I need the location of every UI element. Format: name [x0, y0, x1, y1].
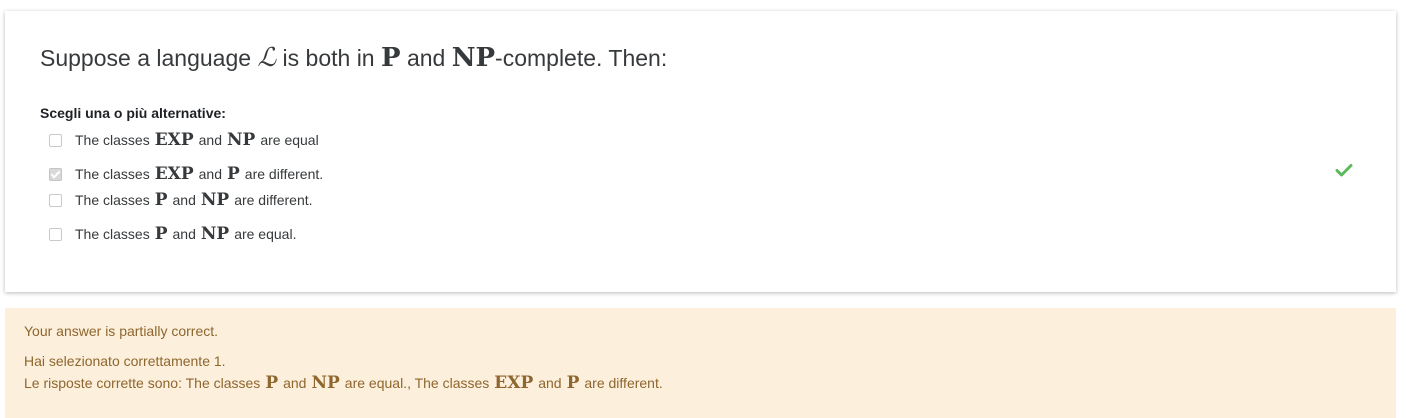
option-4-checkbox[interactable]	[49, 227, 62, 241]
quiz-page: Suppose a language ℒ is both in P and NP…	[0, 0, 1406, 418]
option-4-class-b: NP	[200, 224, 230, 244]
feedback-class-a1: P	[265, 373, 279, 393]
option-2-checkbox[interactable]	[49, 167, 62, 181]
feedback-class-b2: P	[566, 373, 580, 393]
feedback-mid: are equal., The classes	[344, 375, 490, 391]
class-p: P	[381, 43, 401, 73]
feedback-and1: and	[283, 375, 307, 391]
option-2[interactable]: The classes EXP and P are different.	[49, 163, 323, 185]
option-2-class-b: P	[227, 164, 240, 184]
option-4-class-a: P	[154, 224, 168, 244]
feedback-answers-prefix: Le risposte corrette sono: The classes	[24, 375, 261, 391]
option-1-checkbox[interactable]	[49, 133, 62, 147]
option-1-and: and	[198, 132, 222, 148]
option-4[interactable]: The classes P and NP are equal.	[49, 223, 296, 245]
check-icon	[1335, 164, 1353, 177]
feedback-end: are different.	[584, 375, 663, 391]
question-prefix: Suppose a language	[40, 45, 252, 71]
option-2-class-a: EXP	[154, 164, 194, 184]
option-1-post: are equal	[260, 132, 319, 148]
question-text: Suppose a language ℒ is both in P and NP…	[40, 42, 667, 74]
option-4-and: and	[172, 226, 196, 242]
option-3-class-a: P	[154, 190, 168, 210]
option-2-and: and	[198, 166, 222, 182]
option-3-and: and	[172, 192, 196, 208]
option-2-post: are different.	[244, 166, 324, 182]
feedback-panel: Your answer is partially correct. Hai se…	[5, 308, 1396, 418]
option-3-pre: The classes	[75, 192, 150, 208]
feedback-selected-text: Hai selezionato correttamente 1.	[24, 353, 226, 369]
option-4-post: are equal.	[234, 226, 297, 242]
option-1[interactable]: The classes EXP and NP are equal	[49, 129, 319, 151]
option-2-pre: The classes	[75, 166, 150, 182]
feedback-status-text: Your answer is partially correct.	[24, 323, 219, 339]
feedback-selected: Hai selezionato correttamente 1.	[24, 350, 226, 372]
language-symbol: ℒ	[257, 43, 277, 73]
feedback-and2: and	[538, 375, 562, 391]
question-card: Suppose a language ℒ is both in P and NP…	[5, 11, 1396, 292]
feedback-correct-answers: Le risposte corrette sono: The classes P…	[24, 372, 663, 394]
question-mid2: and	[406, 45, 446, 71]
option-1-pre: The classes	[75, 132, 150, 148]
option-1-class-b: NP	[227, 130, 256, 150]
answer-prompt: Scegli una o più alternative:	[40, 105, 226, 121]
option-3-class-b: NP	[200, 190, 230, 210]
question-suffix: -complete. Then:	[495, 45, 668, 71]
class-np: NP	[451, 43, 496, 73]
question-mid1: is both in	[282, 45, 375, 71]
option-1-class-a: EXP	[154, 130, 194, 150]
feedback-class-a2: EXP	[494, 373, 534, 393]
feedback-class-b1: NP	[311, 373, 340, 393]
option-4-pre: The classes	[75, 226, 150, 242]
option-3[interactable]: The classes P and NP are different.	[49, 189, 313, 211]
option-3-post: are different.	[234, 192, 313, 208]
feedback-status: Your answer is partially correct.	[24, 320, 218, 342]
option-3-checkbox[interactable]	[49, 193, 62, 207]
